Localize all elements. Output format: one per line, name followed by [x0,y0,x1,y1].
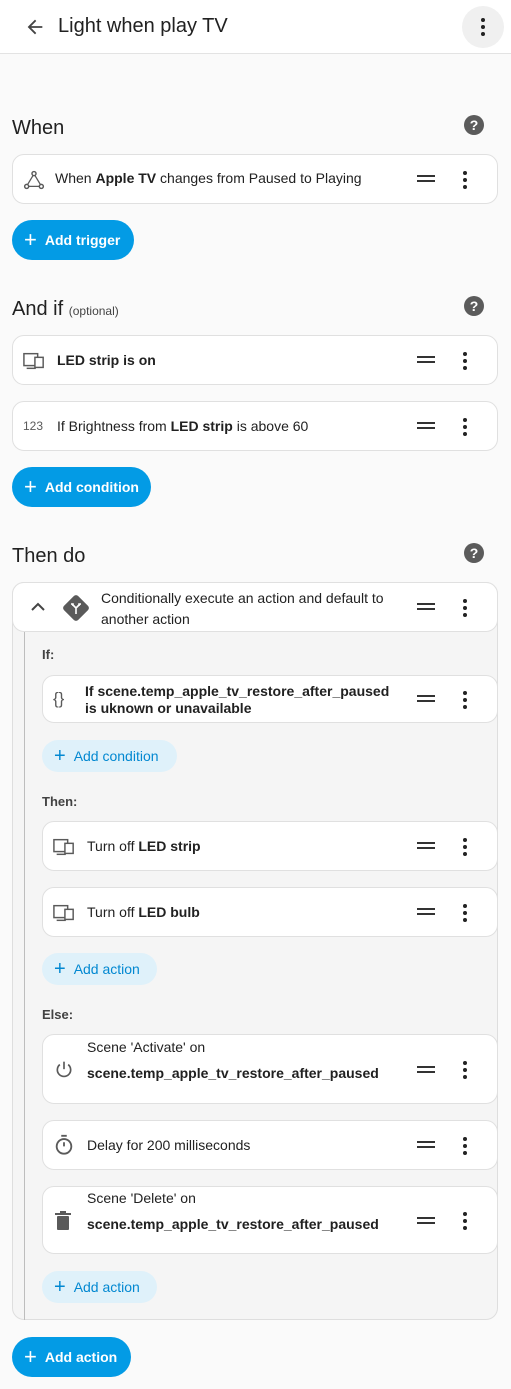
trash-icon [55,1211,71,1230]
when-section-title: When [12,117,65,139]
choose-text: Conditionally execute an action and defa… [101,590,384,627]
condition-row[interactable]: 123 If Brightness from LED strip is abov… [12,401,498,451]
condition-text: If Brightness from LED strip is above 60 [57,418,309,434]
drag-handle-icon[interactable] [417,1141,435,1148]
plus-icon: + [24,227,37,252]
help-icon[interactable]: ? [464,296,484,316]
kebab-icon[interactable] [463,1061,467,1079]
delay-text: Delay for 200 milliseconds [87,1137,251,1153]
drag-handle-icon[interactable] [417,422,435,429]
add-trigger-button[interactable]: + Add trigger [12,220,134,260]
scene-activate-row[interactable]: Scene 'Activate' on scene.temp_apple_tv_… [42,1034,498,1104]
help-icon[interactable]: ? [464,543,484,563]
plus-icon: + [24,1344,37,1369]
plus-icon: + [54,958,66,980]
template-condition-row[interactable]: {} If scene.temp_apple_tv_restore_after_… [42,675,498,723]
kebab-icon[interactable] [463,1212,467,1230]
then-label: Then: [42,794,78,809]
action-row[interactable]: Turn off LED strip [42,821,498,871]
and-if-section-title: And if (optional) [12,298,119,320]
indent-line [24,632,25,1320]
kebab-icon[interactable] [463,599,467,617]
trigger-text: When Apple TV changes from Paused to Pla… [55,170,362,186]
chevron-up-icon[interactable] [31,602,45,612]
drag-handle-icon[interactable] [417,603,435,610]
power-icon [56,1061,72,1078]
scene-delete-row[interactable]: Scene 'Delete' on scene.temp_apple_tv_re… [42,1186,498,1254]
drag-handle-icon[interactable] [417,1066,435,1073]
template-condition-text: If scene.temp_apple_tv_restore_after_pau… [85,683,390,716]
action-text: Turn off LED strip [87,838,201,854]
drag-handle-icon[interactable] [417,175,435,182]
if-label: If: [42,647,55,662]
back-arrow-icon[interactable] [24,16,46,38]
else-label: Else: [42,1007,74,1022]
kebab-icon[interactable] [463,691,467,709]
kebab-icon[interactable] [463,1137,467,1155]
kebab-icon[interactable] [463,838,467,856]
trigger-entity: Apple TV [95,170,157,186]
scene-entity: scene.temp_apple_tv_restore_after_paused [87,1216,379,1232]
kebab-icon[interactable] [463,171,467,189]
add-action-button[interactable]: + Add action [42,1271,157,1303]
kebab-icon[interactable] [463,418,467,436]
plus-icon: + [54,745,66,767]
drag-handle-icon[interactable] [417,842,435,849]
kebab-icon [481,18,485,36]
trigger-row[interactable]: When Apple TV changes from Paused to Pla… [12,154,498,204]
condition-row[interactable]: LED strip is on [12,335,498,385]
scene-entity: scene.temp_apple_tv_restore_after_paused [87,1065,379,1081]
timer-icon [55,1134,73,1155]
device-icon [53,904,74,922]
choose-icon [63,595,89,621]
scene-delete-line1: Scene 'Delete' on [87,1190,196,1206]
drag-handle-icon[interactable] [417,908,435,915]
optional-label: (optional) [68,304,119,318]
kebab-icon[interactable] [463,352,467,370]
device-icon [53,838,74,856]
choose-action-header[interactable]: Conditionally execute an action and defa… [12,582,498,632]
kebab-icon[interactable] [463,904,467,922]
device-icon [23,352,44,370]
drag-handle-icon[interactable] [417,695,435,702]
main-add-action-button[interactable]: + Add action [12,1337,131,1377]
help-icon[interactable]: ? [464,115,484,135]
template-icon: {} [53,689,65,708]
drag-handle-icon[interactable] [417,356,435,363]
action-text: Turn off LED bulb [87,904,200,920]
trigger-state-icon [23,170,45,190]
action-row[interactable]: Turn off LED bulb [42,887,498,937]
page-title: Light when play TV [58,15,228,37]
add-condition-button[interactable]: + Add condition [42,740,177,772]
plus-icon: + [24,474,37,499]
condition-text: LED strip is on [57,352,156,368]
add-action-button[interactable]: + Add action [42,953,157,985]
scene-activate-line1: Scene 'Activate' on [87,1039,206,1055]
numeric-icon: 123 [23,419,44,433]
add-condition-button[interactable]: + Add condition [12,467,151,507]
overflow-menu-button[interactable] [462,6,504,48]
then-do-section-title: Then do [12,545,86,567]
delay-row[interactable]: Delay for 200 milliseconds [42,1120,498,1170]
plus-icon: + [54,1276,66,1298]
drag-handle-icon[interactable] [417,1217,435,1224]
